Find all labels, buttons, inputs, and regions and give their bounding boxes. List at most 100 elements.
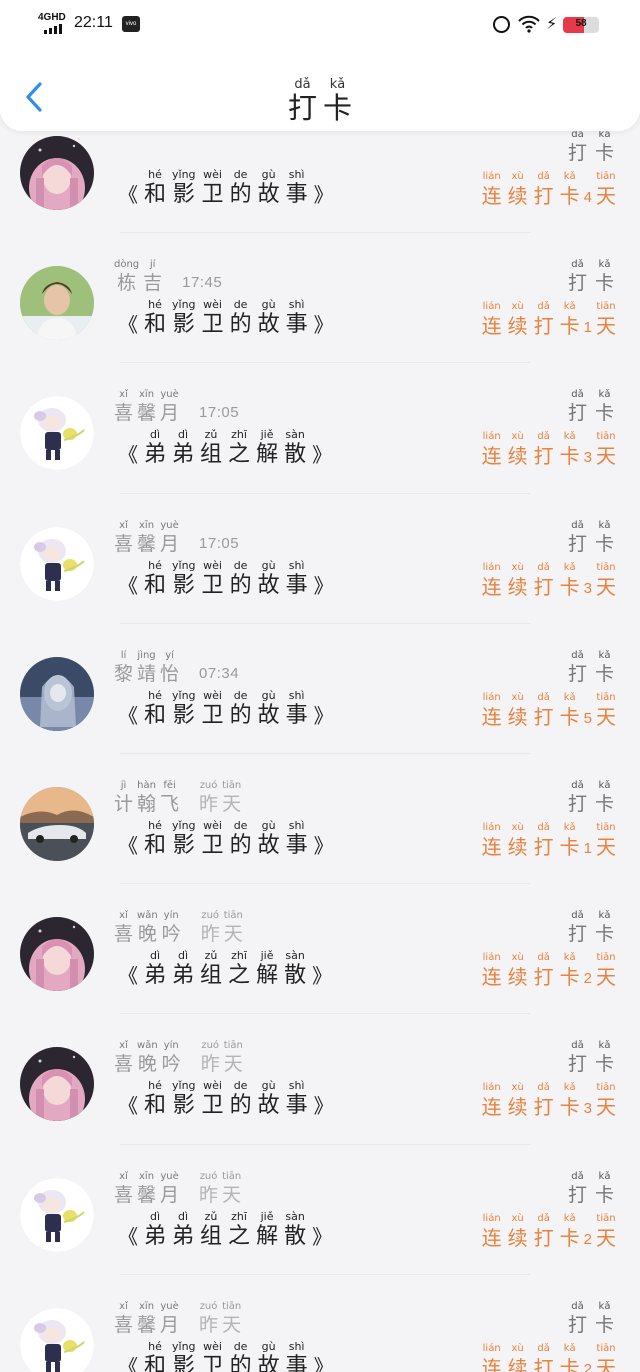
user-name[interactable]: lí 黎 jìng 靖 yí 怡 bbox=[114, 649, 179, 686]
name-char: jí 吉 bbox=[143, 258, 162, 295]
hanzi-char: 吟 bbox=[161, 1053, 181, 1076]
book-char: hé 和 bbox=[144, 168, 166, 209]
avatar[interactable] bbox=[20, 136, 94, 210]
avatar[interactable] bbox=[20, 526, 94, 601]
row-divider bbox=[120, 232, 530, 234]
hanzi-char: 弟 bbox=[144, 963, 167, 989]
book-char: dì 弟 bbox=[144, 949, 166, 990]
pinyin-label: wǎn bbox=[137, 910, 158, 922]
hanzi-char: 卡 bbox=[594, 532, 614, 555]
book-char: dì 弟 bbox=[172, 1210, 194, 1251]
avatar[interactable] bbox=[20, 917, 94, 992]
book-char: dì 弟 bbox=[144, 428, 166, 469]
hanzi-char: 黎 bbox=[114, 662, 134, 685]
avatar[interactable] bbox=[20, 396, 94, 471]
user-name[interactable]: dòng 栋 jí 吉 bbox=[114, 258, 162, 295]
avatar[interactable] bbox=[20, 787, 94, 861]
book-title[interactable]: 《 dì 弟 dì 弟 zǔ 组 zhī 之 jiě 解 sàn 散》 bbox=[118, 1210, 332, 1251]
book-title[interactable]: 《 hé 和 yǐng 影 wèi 卫 de 的 gù 故 shì 事》 bbox=[118, 168, 334, 209]
pinyin-label: xù bbox=[511, 431, 524, 443]
book-title[interactable]: 《 hé 和 yǐng 影 wèi 卫 de 的 gù 故 shì 事》 bbox=[118, 298, 334, 339]
pinyin-label: xù bbox=[511, 822, 524, 833]
user-name[interactable]: xǐ 喜 wǎn 晚 yín 吟 bbox=[114, 909, 181, 946]
hanzi-char: 卡 bbox=[594, 1183, 614, 1206]
avatar[interactable] bbox=[20, 1047, 94, 1122]
avatar[interactable] bbox=[20, 266, 94, 341]
pinyin-label: dǎ bbox=[537, 1212, 550, 1224]
hanzi-char: 的 bbox=[229, 1093, 252, 1119]
hanzi-char: 卡 bbox=[559, 574, 580, 599]
name-char: xǐ 喜 bbox=[114, 388, 133, 425]
book-title[interactable]: 《 dì 弟 dì 弟 zǔ 组 zhī 之 jiě 解 sàn 散》 bbox=[118, 428, 332, 469]
checkin-row[interactable]: lí 黎 jìng 靖 yí 怡 07:34 dǎ 打 kǎ 卡《 hé 和 yǐng 影 wèi 卫 de 的 gù… bbox=[0, 622, 640, 753]
checkin-time: 17:05 bbox=[199, 534, 240, 552]
book-char: hé 和 bbox=[144, 1079, 166, 1120]
avatar[interactable] bbox=[20, 1177, 94, 1252]
checkin-char: dǎ 打 bbox=[568, 1039, 587, 1076]
checkin-row[interactable]: xǐ 喜 wǎn 晚 yín 吟 zuó 昨 tiān 天 dǎ 打 kǎ 卡《 dì 弟 dì 弟 zǔ 组 zhī 之… bbox=[0, 883, 640, 1013]
hanzi-char: 打 bbox=[567, 1053, 587, 1076]
book-title[interactable]: 《 hé 和 yǐng 影 wèi 卫 de 的 gù 故 shì 事》 bbox=[118, 559, 334, 600]
row-divider bbox=[120, 1273, 530, 1275]
book-char: wèi 卫 bbox=[202, 1079, 224, 1120]
pinyin-label: kǎ bbox=[598, 649, 611, 661]
streak-char: kǎ 卡 bbox=[560, 1342, 580, 1372]
checkin-row[interactable]: xǐ 喜 xīn 馨 yuè 月 zuó 昨 tiān 天 dǎ 打 kǎ 卡《 dì 弟 dì 弟 zǔ 组 zhī 之… bbox=[0, 1143, 640, 1274]
hanzi-char: 吟 bbox=[161, 923, 181, 946]
checkin-time: 07:34 bbox=[199, 664, 240, 682]
book-title[interactable]: 《 hé 和 yǐng 影 wèi 卫 de 的 gù 故 shì 事》 bbox=[118, 1079, 334, 1120]
pinyin-label: dǎ bbox=[537, 431, 550, 443]
streak-char: xù 续 bbox=[508, 1212, 528, 1251]
pinyin-label: dòng bbox=[114, 259, 140, 271]
book-char: jiě 解 bbox=[256, 949, 278, 990]
hanzi-char: 弟 bbox=[144, 1223, 167, 1249]
user-name[interactable]: xǐ 喜 xīn 馨 yuè 月 bbox=[114, 1300, 179, 1337]
hanzi-char: 打 bbox=[533, 444, 554, 469]
user-name[interactable]: xǐ 喜 xīn 馨 yuè 月 bbox=[114, 519, 179, 556]
hanzi-char: 连 bbox=[481, 444, 502, 469]
pinyin-label: kǎ bbox=[563, 1212, 576, 1224]
hanzi-char: 月 bbox=[160, 402, 180, 425]
checkin-char: dǎ 打 bbox=[568, 779, 587, 816]
avatar[interactable] bbox=[20, 1307, 94, 1372]
hanzi-char: 连 bbox=[481, 965, 502, 990]
checkin-row[interactable]: xǐ 喜 xīn 馨 yuè 月 17:05 dǎ 打 kǎ 卡《 dì 弟 dì 弟 zǔ 组 zhī 之 jiě 解… bbox=[0, 362, 640, 492]
checkin-row[interactable]: xǐ 喜 xīn 馨 yuè 月 zuó 昨 tiān 天 dǎ 打 kǎ 卡《 hé 和 yǐng 影 wèi 卫 d… bbox=[0, 1273, 640, 1372]
charging-icon: ⚡ bbox=[546, 14, 558, 33]
pinyin-label: xù bbox=[511, 1082, 524, 1094]
book-title[interactable]: 《 hé 和 yǐng 影 wèi 卫 de 的 gù 故 shì 事》 bbox=[118, 1340, 334, 1372]
user-name[interactable]: xǐ 喜 xīn 馨 yuè 月 bbox=[114, 1170, 179, 1207]
avatar[interactable] bbox=[20, 656, 94, 731]
hanzi-char: 故 bbox=[257, 833, 280, 858]
hanzi-char: 卫 bbox=[201, 702, 224, 728]
time-char: tiān 天 bbox=[222, 1170, 241, 1207]
hanzi-char: 事 bbox=[285, 182, 308, 207]
name-char: xīn 馨 bbox=[137, 1170, 156, 1207]
streak-char: xù 续 bbox=[508, 691, 528, 730]
user-name[interactable]: jì 计 hàn 翰 fēi 飞 bbox=[114, 779, 179, 816]
book-title[interactable]: 《 hé 和 yǐng 影 wèi 卫 de 的 gù 故 shì 事》 bbox=[118, 689, 334, 730]
book-title[interactable]: 《 dì 弟 dì 弟 zǔ 组 zhī 之 jiě 解 sàn 散》 bbox=[118, 949, 332, 990]
checkin-char: dǎ 打 bbox=[568, 258, 587, 295]
hanzi-char: 之 bbox=[228, 963, 251, 989]
checkin-char: kǎ 卡 bbox=[595, 909, 614, 946]
hanzi-char: 续 bbox=[507, 704, 528, 729]
hanzi-char: 解 bbox=[256, 1223, 279, 1249]
pinyin-label: kǎ bbox=[563, 822, 576, 833]
hanzi-char: 卡 bbox=[323, 91, 353, 125]
user-name[interactable]: xǐ 喜 wǎn 晚 yín 吟 bbox=[114, 1039, 181, 1076]
name-char: wǎn 晚 bbox=[137, 1039, 158, 1076]
streak-char: tiān 天 bbox=[596, 951, 616, 990]
checkin-char: kǎ 卡 bbox=[595, 128, 614, 165]
row-meta: xǐ 喜 wǎn 晚 yín 吟 zuó 昨 tiān 天 bbox=[114, 1039, 243, 1076]
user-name[interactable]: xǐ 喜 xīn 馨 yuè 月 bbox=[114, 388, 179, 425]
checkin-row[interactable]: jì 计 hàn 翰 fēi 飞 zuó 昨 tiān 天 dǎ 打 kǎ 卡《 hé 和 yǐng 影 wèi 卫 d… bbox=[0, 753, 640, 883]
book-title[interactable]: 《 hé 和 yǐng 影 wèi 卫 de 的 gù 故 shì 事》 bbox=[118, 819, 334, 860]
checkin-row[interactable]: xǐ 喜 wǎn 晚 yín 吟 zuó 昨 tiān 天 dǎ 打 kǎ 卡《 hé 和 yǐng 影 wèi 卫 d… bbox=[0, 1013, 640, 1143]
checkin-row[interactable]: xǐ 喜 xīn 馨 yuè 月 17:05 dǎ 打 kǎ 卡《 hé 和 yǐng 影 wèi 卫 de 的 gù… bbox=[0, 492, 640, 623]
streak-char: dǎ 打 bbox=[534, 1342, 554, 1372]
checkin-row[interactable]: dòng 栋 jí 吉 17:45 dǎ 打 kǎ 卡《 hé 和 yǐng 影 wèi 卫 de 的 gù 故 sh… bbox=[0, 232, 640, 362]
streak-char: dǎ 打 bbox=[534, 951, 554, 990]
pinyin-label: kǎ bbox=[598, 780, 611, 791]
streak-char: tiān 天 bbox=[596, 691, 616, 730]
